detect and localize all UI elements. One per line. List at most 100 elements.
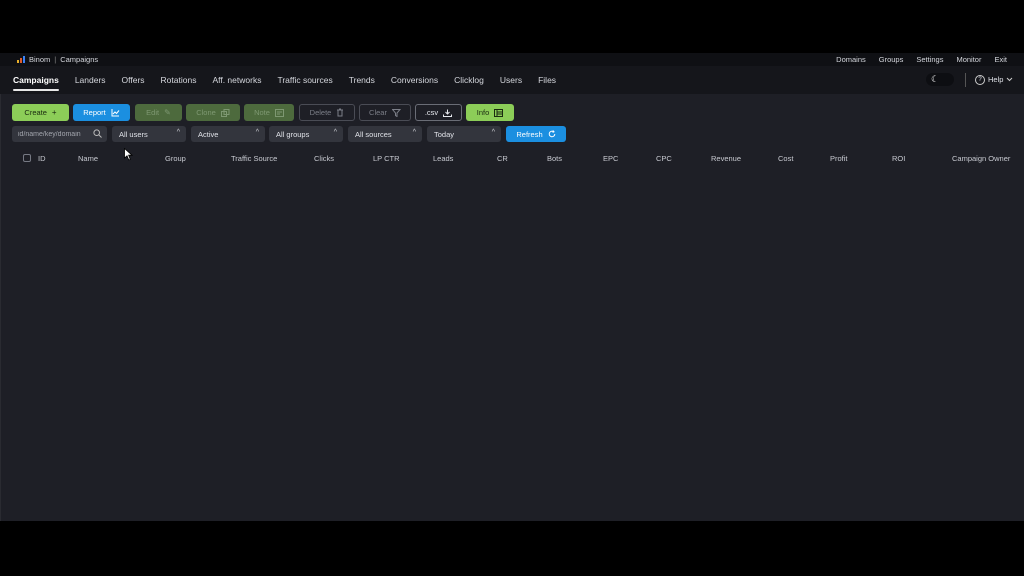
tab-campaigns[interactable]: Campaigns <box>13 66 59 94</box>
create-label: Create <box>24 108 47 117</box>
tab-files[interactable]: Files <box>538 66 556 94</box>
report-label: Report <box>83 108 106 117</box>
download-icon <box>443 109 453 117</box>
period-filter-value: Today <box>434 129 455 139</box>
column-header-cr[interactable]: CR <box>497 154 508 163</box>
binom-logo-icon <box>17 56 25 63</box>
tab-traffic-sources[interactable]: Traffic sources <box>277 66 332 94</box>
top-link-domains[interactable]: Domains <box>836 55 866 64</box>
nav-tabs: Campaigns Landers Offers Rotations Aff. … <box>13 66 572 94</box>
chevron-down-icon <box>1007 77 1013 82</box>
create-button[interactable]: Create + <box>12 104 69 121</box>
column-header-epc[interactable]: EPC <box>603 154 618 163</box>
note-icon <box>274 108 284 117</box>
status-filter-select[interactable]: Active ^ <box>191 126 265 142</box>
column-header-profit[interactable]: Profit <box>830 154 848 163</box>
breadcrumb-page: Campaigns <box>60 55 99 64</box>
column-header-name[interactable]: Name <box>78 154 98 163</box>
tab-aff-networks[interactable]: Aff. networks <box>212 66 261 94</box>
refresh-icon <box>548 130 555 138</box>
column-header-campaign-owner[interactable]: Campaign Owner <box>952 154 1010 163</box>
note-button[interactable]: Note <box>244 104 294 121</box>
question-icon: ? <box>975 74 985 85</box>
column-header-leads[interactable]: Leads <box>433 154 453 163</box>
edit-button[interactable]: Edit ✎ <box>135 104 182 121</box>
nav-divider <box>965 73 966 87</box>
top-link-exit[interactable]: Exit <box>994 55 1007 64</box>
column-header-group[interactable]: Group <box>165 154 186 163</box>
report-button[interactable]: Report <box>73 104 130 121</box>
clear-filter-icon <box>391 108 401 117</box>
brand[interactable]: Binom | Campaigns <box>17 55 98 64</box>
refresh-button[interactable]: Refresh <box>506 126 566 142</box>
nav-bar: Campaigns Landers Offers Rotations Aff. … <box>0 66 1024 94</box>
search-box <box>12 126 107 142</box>
tab-clicklog[interactable]: Clicklog <box>454 66 484 94</box>
mouse-cursor-icon <box>124 148 133 161</box>
column-header-lp-ctr[interactable]: LP CTR <box>373 154 400 163</box>
info-label: Info <box>476 108 490 117</box>
users-filter-select[interactable]: All users ^ <box>112 126 186 142</box>
moon-icon: ☾ <box>931 74 940 84</box>
breadcrumb-separator: | <box>54 55 57 64</box>
help-label: Help <box>988 75 1004 84</box>
csv-export-button[interactable]: .csv <box>415 104 462 121</box>
column-header-roi[interactable]: ROI <box>892 154 905 163</box>
chevron-up-icon: ^ <box>333 129 337 136</box>
delete-button[interactable]: Delete <box>299 104 355 121</box>
column-header-traffic-source[interactable]: Traffic Source <box>231 154 277 163</box>
info-table-icon <box>494 108 504 117</box>
tab-users[interactable]: Users <box>500 66 522 94</box>
edit-label: Edit <box>146 108 160 117</box>
search-input[interactable] <box>18 128 92 140</box>
clear-button[interactable]: Clear <box>359 104 411 121</box>
brand-name: Binom <box>29 55 51 64</box>
top-bar: Binom | Campaigns Domains Groups Setting… <box>0 53 1024 66</box>
chevron-up-icon: ^ <box>176 129 180 136</box>
info-button[interactable]: Info <box>466 104 514 121</box>
note-label: Note <box>254 108 270 117</box>
chart-icon <box>111 108 120 116</box>
top-link-groups[interactable]: Groups <box>879 55 904 64</box>
status-filter-value: Active <box>198 129 219 139</box>
column-header-cost[interactable]: Cost <box>778 154 793 163</box>
csv-label: .csv <box>424 108 439 117</box>
column-header-cpc[interactable]: CPC <box>656 154 672 163</box>
search-icon[interactable] <box>93 129 102 138</box>
tab-landers[interactable]: Landers <box>75 66 106 94</box>
copy-icon <box>220 108 230 117</box>
help-button[interactable]: ? Help <box>975 72 1013 87</box>
column-header-id[interactable]: ID <box>38 154 46 163</box>
groups-filter-select[interactable]: All groups ^ <box>269 126 343 142</box>
sources-filter-value: All sources <box>355 129 392 139</box>
users-filter-value: All users <box>119 129 148 139</box>
app-window: Binom | Campaigns Domains Groups Setting… <box>0 53 1024 521</box>
groups-filter-value: All groups <box>276 129 310 139</box>
delete-label: Delete <box>309 108 332 117</box>
sources-filter-select[interactable]: All sources ^ <box>348 126 422 142</box>
tab-rotations[interactable]: Rotations <box>161 66 197 94</box>
theme-toggle[interactable]: ☾ <box>926 73 954 86</box>
clone-label: Clone <box>196 108 216 117</box>
chevron-up-icon: ^ <box>491 129 495 136</box>
table-header: ID Name Group Traffic Source Clicks LP C… <box>0 152 1024 166</box>
period-filter-select[interactable]: Today ^ <box>427 126 501 142</box>
top-link-monitor[interactable]: Monitor <box>956 55 981 64</box>
column-header-revenue[interactable]: Revenue <box>711 154 741 163</box>
chevron-up-icon: ^ <box>255 129 259 136</box>
pencil-icon: ✎ <box>164 107 171 117</box>
column-header-bots[interactable]: Bots <box>547 154 562 163</box>
clear-label: Clear <box>369 108 387 117</box>
trash-icon <box>337 108 344 117</box>
clone-button[interactable]: Clone <box>186 104 240 121</box>
chevron-up-icon: ^ <box>412 129 416 136</box>
plus-icon: + <box>51 107 57 117</box>
window-edge <box>0 53 1 521</box>
select-all-checkbox[interactable] <box>23 154 31 162</box>
top-link-settings[interactable]: Settings <box>916 55 943 64</box>
tab-offers[interactable]: Offers <box>122 66 145 94</box>
column-header-clicks[interactable]: Clicks <box>314 154 334 163</box>
refresh-label: Refresh <box>516 129 543 139</box>
tab-trends[interactable]: Trends <box>349 66 375 94</box>
tab-conversions[interactable]: Conversions <box>391 66 438 94</box>
